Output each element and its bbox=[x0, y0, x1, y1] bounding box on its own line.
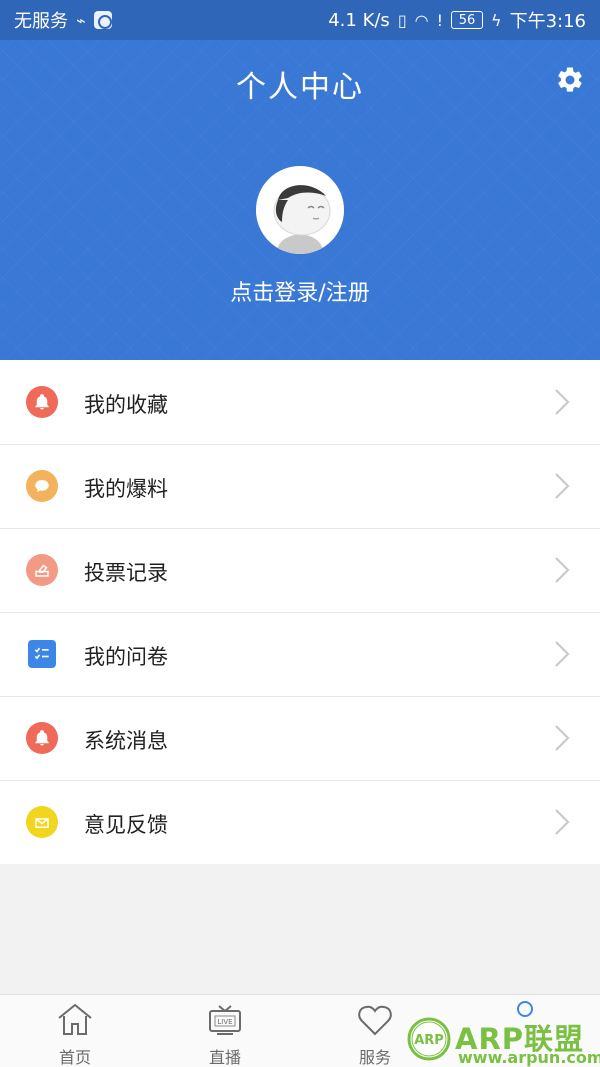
wifi-icon: ◠ bbox=[414, 10, 429, 30]
watermark-badge: ARP bbox=[414, 1033, 444, 1048]
tab-label: 直播 bbox=[208, 1048, 241, 1067]
menu-item-reports[interactable]: 我的爆料 bbox=[0, 444, 600, 528]
watermark-url: www.arpun.com bbox=[458, 1048, 600, 1067]
chevron-right-icon bbox=[555, 473, 570, 499]
menu-item-system-messages[interactable]: 系统消息 bbox=[0, 696, 600, 780]
battery-icon: 56 bbox=[451, 11, 484, 29]
heart-icon bbox=[358, 1005, 392, 1036]
battery-level: 56 bbox=[458, 12, 476, 28]
menu-item-label: 我的收藏 bbox=[84, 393, 168, 417]
bell-icon-svg bbox=[35, 730, 49, 746]
menu-item-feedback[interactable]: 意见反馈 bbox=[0, 780, 600, 864]
menu-item-surveys[interactable]: 我的问卷 bbox=[0, 612, 600, 696]
network-speed: 4.1 K/s bbox=[328, 9, 390, 31]
chat-bubble-icon bbox=[26, 470, 58, 502]
checklist-icon bbox=[28, 640, 56, 668]
page-title: 个人中心 bbox=[236, 70, 364, 105]
profile-header: 个人中心 点击登录/注册 bbox=[0, 40, 600, 360]
default-avatar-illustration bbox=[256, 166, 344, 254]
live-tv-icon: LIVE bbox=[209, 1005, 241, 1035]
bell-icon bbox=[26, 722, 58, 754]
chat-bubble-icon-svg bbox=[35, 480, 49, 492]
chevron-right-icon bbox=[555, 389, 570, 415]
charging-icon: ϟ bbox=[491, 10, 502, 30]
gear-icon[interactable] bbox=[554, 64, 586, 96]
usb-icon: ⌁ bbox=[76, 10, 86, 30]
menu-item-label: 系统消息 bbox=[84, 729, 168, 753]
vote-ballot-icon bbox=[26, 554, 58, 586]
menu-item-label: 意见反馈 bbox=[84, 813, 168, 837]
status-bar: 无服务 ⌁ 4.1 K/s ▯ ◠ ! 56 ϟ 下午3:16 bbox=[0, 0, 600, 40]
menu-item-favorites[interactable]: 我的收藏 bbox=[0, 360, 600, 444]
status-right: 4.1 K/s ▯ ◠ ! 56 ϟ 下午3:16 bbox=[328, 7, 586, 33]
vote-ballot-icon-svg bbox=[35, 564, 49, 577]
svg-text:LIVE: LIVE bbox=[217, 1018, 232, 1026]
menu-item-label: 我的爆料 bbox=[84, 477, 168, 501]
menu-item-label: 我的问卷 bbox=[84, 645, 168, 669]
chevron-right-icon bbox=[555, 809, 570, 835]
gear-icon-svg bbox=[558, 67, 582, 92]
envelope-icon bbox=[26, 806, 58, 838]
menu-item-label: 投票记录 bbox=[84, 561, 168, 585]
home-icon bbox=[58, 1003, 92, 1035]
tab-live[interactable]: LIVE 直播 bbox=[150, 995, 300, 1067]
avatar[interactable] bbox=[256, 166, 344, 254]
tab-label: 首页 bbox=[58, 1048, 91, 1067]
bell-icon-svg bbox=[35, 394, 49, 410]
chevron-right-icon bbox=[555, 725, 570, 751]
bell-icon bbox=[26, 386, 58, 418]
login-register-link[interactable]: 点击登录/注册 bbox=[0, 275, 600, 307]
status-left: 无服务 ⌁ bbox=[14, 7, 112, 33]
sim-alert-icon: ! bbox=[436, 10, 444, 30]
tab-home[interactable]: 首页 bbox=[0, 995, 150, 1067]
vibrate-icon: ▯ bbox=[397, 10, 407, 30]
menu-item-votes[interactable]: 投票记录 bbox=[0, 528, 600, 612]
clock: 下午3:16 bbox=[509, 11, 586, 32]
app-icon bbox=[93, 11, 112, 29]
chevron-right-icon bbox=[555, 557, 570, 583]
menu-list: 我的收藏 我的爆料 投票记录 我的问卷 系统消息 意见反馈 bbox=[0, 360, 600, 864]
envelope-icon-svg bbox=[35, 818, 49, 828]
carrier-text: 无服务 bbox=[14, 11, 68, 32]
checklist-icon-svg bbox=[34, 647, 49, 660]
chevron-right-icon bbox=[555, 641, 570, 667]
